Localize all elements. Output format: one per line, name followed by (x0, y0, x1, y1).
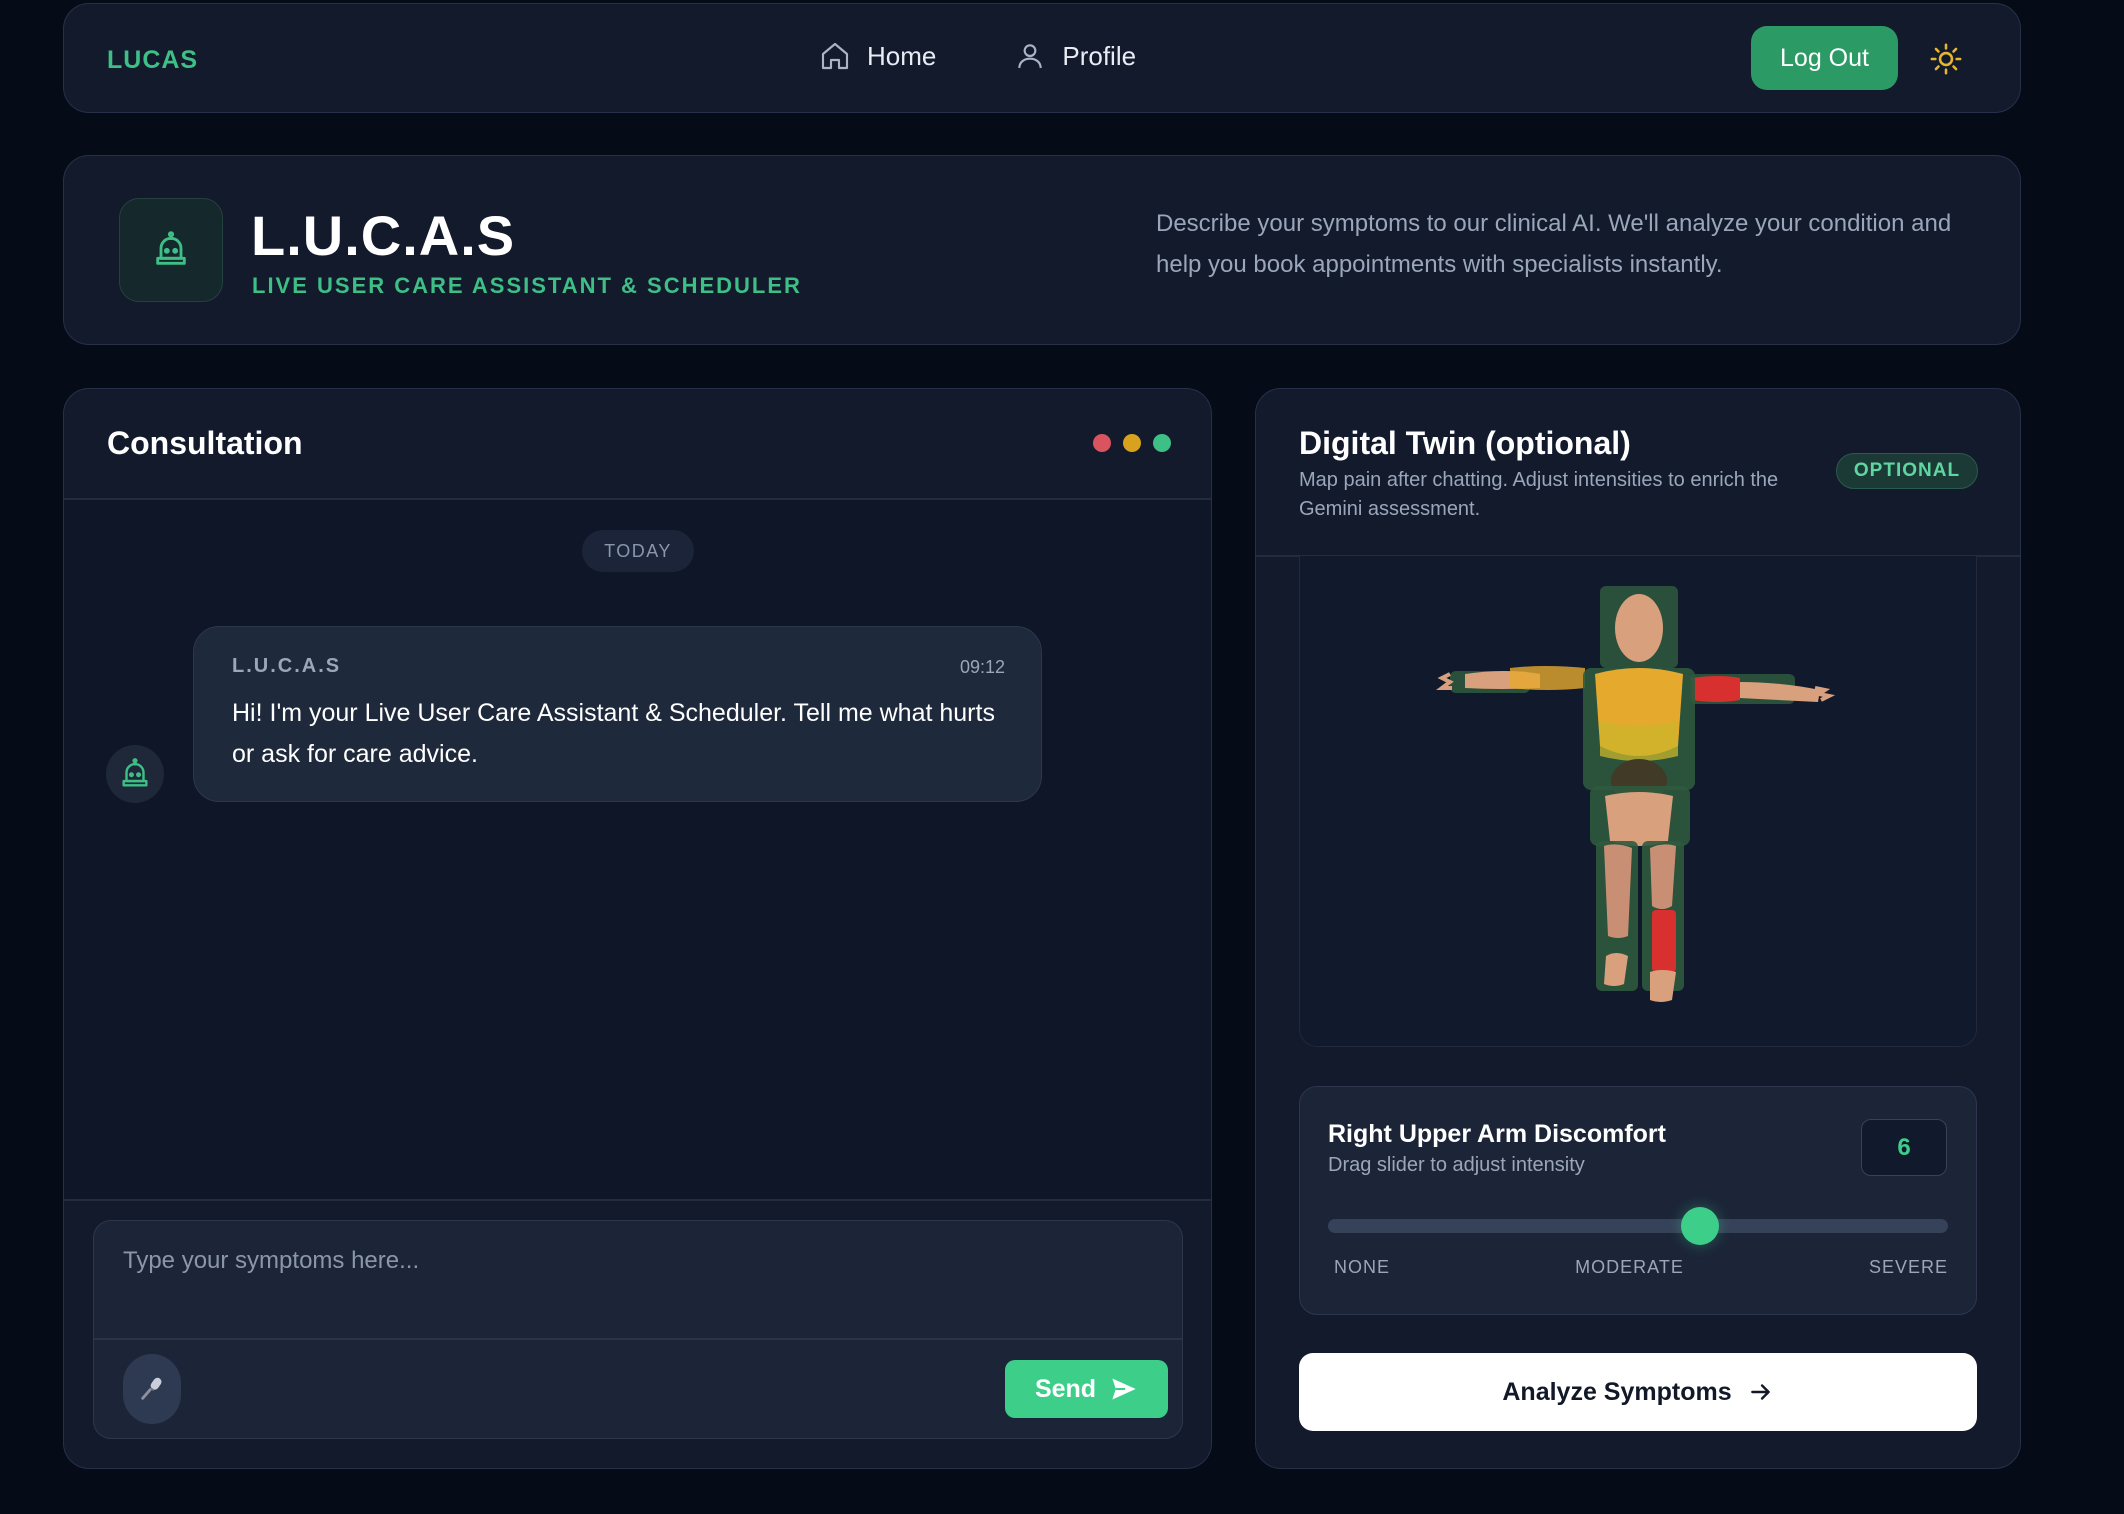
bot-avatar (106, 745, 164, 803)
message-text: Hi! I'm your Live User Care Assistant & … (232, 699, 995, 768)
dot-red (1093, 434, 1111, 452)
hero-card: L.U.C.A.S LIVE USER CARE ASSISTANT & SCH… (63, 155, 2021, 345)
dot-green (1153, 434, 1171, 452)
window-dots (1093, 434, 1171, 452)
nav-profile-label: Profile (1062, 40, 1137, 71)
nav-home-label: Home (867, 40, 937, 71)
chat-thread[interactable]: TODAY L.U.C.A.S 09:12 Hi! I'm your Live … (64, 500, 1211, 1199)
message-sender: L.U.C.A.S (232, 655, 342, 677)
scale-label-severe: SEVERE (1868, 1257, 1948, 1277)
microphone-button[interactable] (123, 1354, 181, 1424)
dot-yellow (1123, 434, 1141, 452)
logout-button[interactable]: Log Out (1751, 26, 1898, 90)
hero-icon-tile (119, 198, 223, 302)
twin-title: Digital Twin (optional) (1299, 425, 1631, 461)
send-icon (1112, 1378, 1136, 1400)
brand-logo[interactable]: LUCAS (107, 46, 198, 75)
hero-description: Describe your symptoms to our clinical A… (1156, 210, 1952, 278)
body-model-viewer[interactable] (1299, 556, 1977, 1047)
arrow-right-icon (1750, 1384, 1770, 1400)
left-arm[interactable] (1436, 666, 1585, 693)
robot-icon (156, 231, 186, 265)
body-model[interactable] (1300, 556, 1977, 1047)
slider-scale: NONE MODERATE SEVERE (1334, 1257, 1948, 1278)
region-title: Right Upper Arm Discomfort (1328, 1120, 1666, 1148)
intensity-control: Right Upper Arm Discomfort Drag slider t… (1299, 1086, 1977, 1315)
intensity-slider-thumb[interactable] (1681, 1207, 1719, 1245)
intensity-slider-track[interactable] (1328, 1207, 1948, 1245)
top-navbar: LUCAS Home Profile Log Out (63, 3, 2021, 113)
analyze-label: Analyze Symptoms (1502, 1377, 1732, 1406)
divider (64, 1199, 1211, 1201)
user-icon (1018, 44, 1043, 69)
message-composer: Send (93, 1220, 1183, 1439)
digital-twin-panel: Digital Twin (optional) Map pain after c… (1255, 388, 2021, 1469)
right-shin-region[interactable] (1652, 910, 1676, 972)
slider-hint: Drag slider to adjust intensity (1328, 1154, 1585, 1176)
hero-subtitle: LIVE USER CARE ASSISTANT & SCHEDULER (252, 273, 802, 298)
message-time: 09:12 (959, 657, 1005, 677)
right-arm[interactable] (1690, 674, 1836, 704)
right-upper-arm-region[interactable] (1692, 676, 1740, 702)
intensity-value[interactable]: 6 (1861, 1119, 1947, 1176)
sun-icon[interactable] (1929, 42, 1963, 76)
optional-badge: OPTIONAL (1836, 453, 1978, 489)
send-button[interactable]: Send (1005, 1360, 1168, 1418)
scale-label-none: NONE (1334, 1257, 1391, 1277)
twin-subtitle: Map pain after chatting. Adjust intensit… (1299, 469, 1779, 520)
date-chip: TODAY (582, 530, 694, 572)
consultation-panel: Consultation TODAY L.U.C.A.S 09:12 Hi! I… (63, 388, 1212, 1469)
analyze-symptoms-button[interactable]: Analyze Symptoms (1299, 1353, 1977, 1431)
microphone-icon (141, 1377, 162, 1400)
message-bubble: L.U.C.A.S 09:12 Hi! I'm your Live User C… (193, 626, 1042, 802)
robot-icon (122, 758, 148, 787)
nav-home-link[interactable]: Home (819, 40, 936, 72)
consultation-title: Consultation (107, 425, 303, 461)
nav-profile-link[interactable]: Profile (1014, 40, 1136, 72)
send-label: Send (1034, 1374, 1097, 1403)
left-leg-region[interactable] (1604, 844, 1632, 938)
nav-links: Home Profile (819, 40, 1136, 72)
scale-label-moderate: MODERATE (1575, 1257, 1684, 1277)
head-region[interactable] (1615, 594, 1663, 662)
symptoms-input[interactable] (94, 1221, 1182, 1338)
hero-title: L.U.C.A.S (251, 204, 516, 267)
divider (94, 1338, 1182, 1340)
home-icon (821, 42, 849, 70)
